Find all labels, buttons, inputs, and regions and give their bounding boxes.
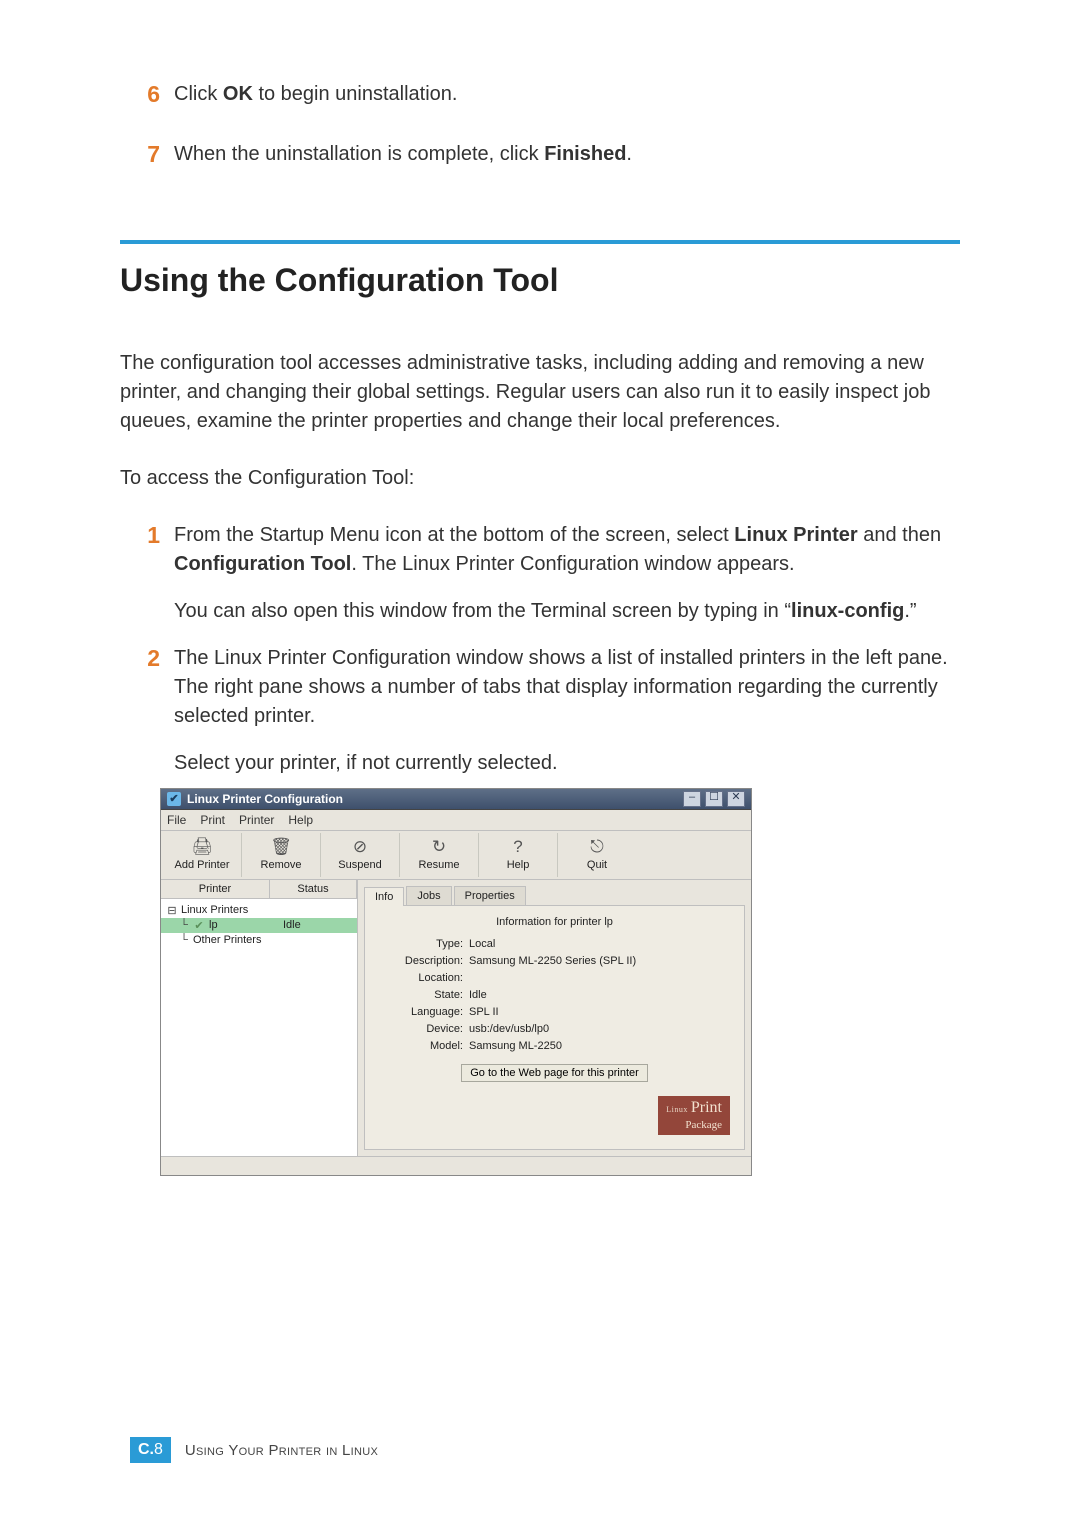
step-1: 1 From the Startup Menu icon at the bott… — [120, 521, 960, 626]
access-line: To access the Configuration Tool: — [120, 464, 960, 493]
info-value: Local — [469, 938, 730, 950]
step-text: Click OK to begin uninstallation. — [174, 80, 457, 109]
toolbar-help[interactable]: ? Help — [479, 833, 558, 877]
menu-help[interactable]: Help — [288, 813, 313, 827]
step-text: The Linux Printer Configuration window s… — [174, 644, 960, 778]
menu-file[interactable]: File — [167, 813, 186, 827]
help-icon: ? — [479, 837, 557, 857]
page-footer: C.8 Using Your Printer in Linux — [130, 1437, 378, 1463]
step-number: 1 — [120, 521, 174, 551]
linux-printer-config-window: ✔ Linux Printer Configuration – ☐ ✕ File… — [160, 788, 752, 1176]
info-label: Model: — [379, 1040, 469, 1052]
step-number: 2 — [120, 644, 174, 674]
tab-info[interactable]: Info — [364, 887, 404, 906]
tree-item-other-printers[interactable]: └ Other Printers — [161, 933, 357, 947]
printer-icon: 🖨 — [163, 837, 241, 857]
close-button[interactable]: ✕ — [727, 791, 745, 807]
toolbar-remove[interactable]: 🗑 Remove — [242, 833, 321, 877]
quit-icon: ⎋ — [558, 837, 636, 857]
maximize-button[interactable]: ☐ — [705, 791, 723, 807]
step-number: 7 — [120, 140, 174, 170]
info-label: Device: — [379, 1023, 469, 1035]
info-label: Language: — [379, 1006, 469, 1018]
collapse-icon[interactable]: ⊟ — [165, 904, 179, 917]
window-title: Linux Printer Configuration — [187, 792, 683, 806]
remove-icon: 🗑 — [242, 837, 320, 857]
menu-print[interactable]: Print — [200, 813, 225, 827]
section-divider — [120, 240, 960, 244]
resume-icon: ↻ — [400, 837, 478, 857]
toolbar-resume[interactable]: ↻ Resume — [400, 833, 479, 877]
info-label: State: — [379, 989, 469, 1001]
info-panel-title: Information for printer lp — [379, 916, 730, 928]
step-7: 7 When the uninstallation is complete, c… — [120, 140, 960, 170]
titlebar[interactable]: ✔ Linux Printer Configuration – ☐ ✕ — [161, 789, 751, 810]
statusbar — [161, 1156, 751, 1175]
tree-root-linux-printers[interactable]: ⊟ Linux Printers — [161, 903, 357, 918]
info-panel: Information for printer lp Type:LocalDes… — [364, 905, 745, 1150]
step-text: From the Startup Menu icon at the bottom… — [174, 521, 960, 626]
step-2: 2 The Linux Printer Configuration window… — [120, 644, 960, 778]
info-label: Location: — [379, 972, 469, 984]
info-value: usb:/dev/usb/lp0 — [469, 1023, 730, 1035]
info-value: SPL II — [469, 1006, 730, 1018]
footer-text: Using Your Printer in Linux — [185, 1442, 378, 1459]
printer-tree-pane: Printer Status ⊟ Linux Printers └ ✔ lp I… — [161, 880, 358, 1156]
tab-jobs[interactable]: Jobs — [406, 886, 451, 905]
goto-web-button[interactable]: Go to the Web page for this printer — [461, 1064, 648, 1082]
branding-logo: Linux Print Package — [379, 1096, 730, 1135]
check-icon: ✔ — [191, 919, 207, 932]
minimize-button[interactable]: – — [683, 791, 701, 807]
info-value: Samsung ML-2250 Series (SPL II) — [469, 955, 730, 967]
step-6: 6 Click OK to begin uninstallation. — [120, 80, 960, 110]
tree-item-lp[interactable]: └ ✔ lp Idle — [161, 918, 357, 933]
info-label: Description: — [379, 955, 469, 967]
col-status[interactable]: Status — [270, 880, 357, 898]
info-value: Samsung ML-2250 — [469, 1040, 730, 1052]
page-number-badge: C.8 — [130, 1437, 171, 1463]
toolbar: 🖨 Add Printer 🗑 Remove ⊘ Suspend ↻ Resum… — [161, 831, 751, 880]
details-pane: Info Jobs Properties Information for pri… — [358, 880, 751, 1156]
toolbar-add-printer[interactable]: 🖨 Add Printer — [163, 833, 242, 877]
info-value — [469, 972, 730, 984]
suspend-icon: ⊘ — [321, 837, 399, 857]
step-number: 6 — [120, 80, 174, 110]
toolbar-suspend[interactable]: ⊘ Suspend — [321, 833, 400, 877]
step-text: When the uninstallation is complete, cli… — [174, 140, 632, 169]
info-value: Idle — [469, 989, 730, 1001]
intro-paragraph: The configuration tool accesses administ… — [120, 349, 960, 436]
info-label: Type: — [379, 938, 469, 950]
tab-properties[interactable]: Properties — [454, 886, 526, 905]
col-printer[interactable]: Printer — [161, 880, 270, 898]
menubar: File Print Printer Help — [161, 810, 751, 831]
app-icon: ✔ — [167, 792, 181, 806]
tree-header: Printer Status — [161, 880, 357, 899]
toolbar-quit[interactable]: ⎋ Quit — [558, 833, 636, 877]
menu-printer[interactable]: Printer — [239, 813, 274, 827]
tabs: Info Jobs Properties — [364, 886, 745, 905]
section-title: Using the Configuration Tool — [120, 262, 960, 299]
